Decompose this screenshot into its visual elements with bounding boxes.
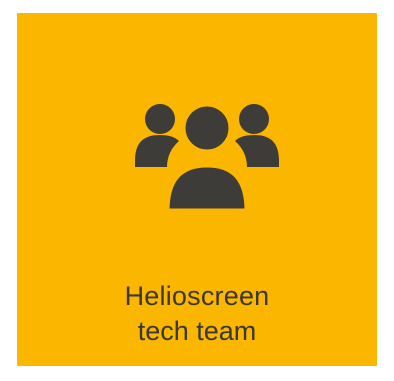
team-tile[interactable]: Helioscreen tech team — [17, 13, 377, 366]
tile-title: Helioscreen — [124, 281, 270, 311]
team-icon — [127, 95, 287, 215]
tile-subtitle: tech team — [137, 316, 257, 346]
